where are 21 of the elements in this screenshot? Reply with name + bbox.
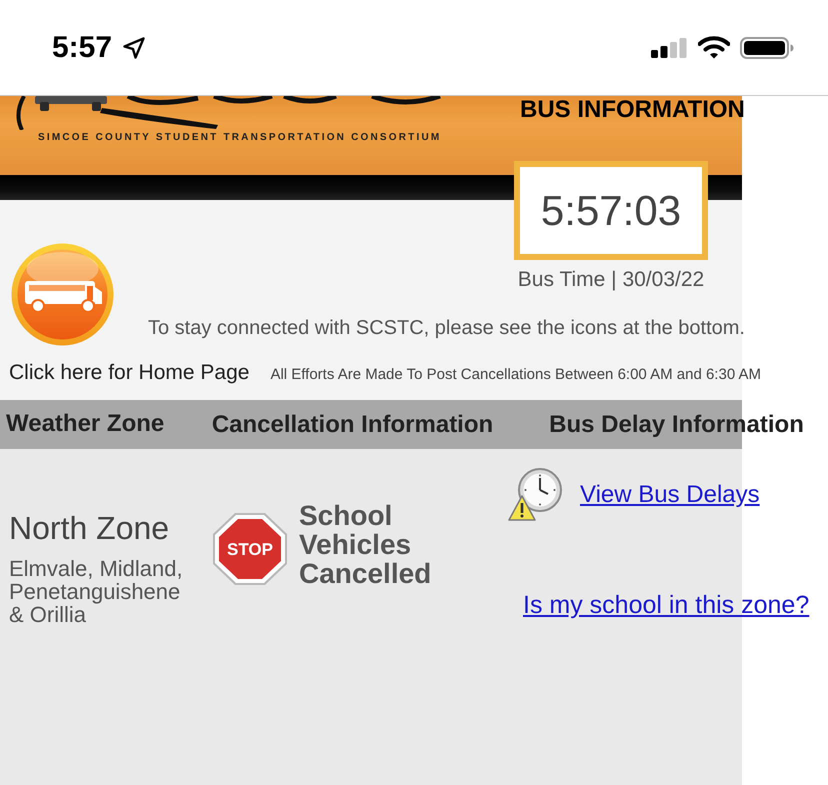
bus-delays-link[interactable]: View Bus Delays xyxy=(580,480,760,508)
zone-check-link[interactable]: Is my school in this zone? xyxy=(523,591,810,620)
location-arrow-icon xyxy=(122,36,146,60)
home-page-link[interactable]: Click here for Home Page xyxy=(9,361,250,385)
signal-icon xyxy=(651,38,687,58)
battery-icon xyxy=(740,36,794,58)
column-header: Cancellation Information xyxy=(212,410,494,438)
zone-areas: Elmvale, Midland, Penetanguishene & Orillia xyxy=(9,557,200,626)
column-header: Weather Zone xyxy=(6,410,164,437)
notice-text: To stay connected with SCSTC, please see the icons at the bottom. xyxy=(148,317,745,340)
logo-tagline: SIMCOE COUNTY STUDENT TRANSPORTATION CONSORTIUM xyxy=(38,131,442,144)
clock-warning-icon xyxy=(508,467,562,522)
stop-sign: STOP xyxy=(213,513,287,585)
clock-caption: Bus Time | 30/03/22 xyxy=(516,268,706,292)
cancellation-status: School Vehicles Cancelled xyxy=(299,501,432,588)
posting-note: All Efforts Are Made To Post Cancellations Between 6:00 AM and 6:30 AM xyxy=(270,366,761,384)
status-time: 5:57 xyxy=(52,30,112,64)
school-bus-icon[interactable] xyxy=(10,243,115,346)
zone-name: North Zone xyxy=(9,510,170,547)
wifi-icon xyxy=(698,36,730,59)
clock-display: 5:57:03 xyxy=(514,161,708,260)
